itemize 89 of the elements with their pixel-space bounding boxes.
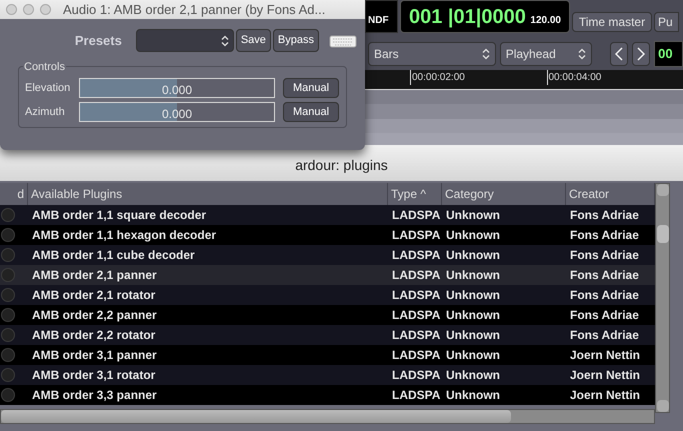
plugin-type: LADSPA xyxy=(392,328,440,342)
slider-track[interactable]: 0.000 xyxy=(79,102,275,122)
nudge-clock: 00 xyxy=(654,41,683,67)
plugin-type: LADSPA xyxy=(392,208,440,222)
plugin-type: LADSPA xyxy=(392,248,440,262)
manual-button[interactable]: Manual xyxy=(283,78,339,98)
plugin-type: LADSPA xyxy=(392,228,440,242)
plugin-type: LADSPA xyxy=(392,268,440,282)
vertical-scrollbar[interactable] xyxy=(655,183,670,413)
next-button[interactable] xyxy=(632,42,650,66)
plugin-category: Unknown xyxy=(446,328,500,342)
plugin-creator: Fons Adriae xyxy=(570,248,639,262)
plugin-row[interactable]: AMB order 2,1 rotator LADSPA Unknown Fons Adriae xyxy=(0,285,655,305)
bypass-button[interactable]: Bypass xyxy=(272,29,319,52)
save-button[interactable]: Save xyxy=(236,29,271,52)
plugin-category: Unknown xyxy=(446,308,500,322)
plugin-category: Unknown xyxy=(446,228,500,242)
plugin-row[interactable]: AMB order 2,1 panner LADSPA Unknown Fons Adriae xyxy=(0,265,655,285)
plugin-type: LADSPA xyxy=(392,348,440,362)
slider-value: 0.000 xyxy=(162,106,192,121)
control-label: Azimuth xyxy=(25,104,66,120)
previous-button[interactable] xyxy=(610,42,628,66)
grid-select[interactable]: Bars xyxy=(368,42,496,66)
plugin-creator: Joern Nettin xyxy=(570,368,640,382)
window-control-icon[interactable] xyxy=(6,4,17,15)
plugin-creator: Fons Adriae xyxy=(570,308,639,322)
slider-track[interactable]: 0.000 xyxy=(79,78,275,98)
plugin-name: AMB order 2,2 rotator xyxy=(32,328,156,342)
toolbar-button[interactable]: Pu xyxy=(654,12,679,32)
time-master-button[interactable]: Time master xyxy=(572,12,652,32)
updown-icon xyxy=(578,48,586,60)
horizontal-scrollbar[interactable] xyxy=(0,409,655,424)
plugin-name: AMB order 2,1 rotator xyxy=(32,288,156,302)
ruler-mark: 00:00:04:00 xyxy=(546,70,683,85)
plugin-category: Unknown xyxy=(446,368,500,382)
chevron-right-icon xyxy=(636,47,645,61)
plugin-category: Unknown xyxy=(446,268,500,282)
window-control-icon[interactable] xyxy=(23,4,34,15)
manual-button[interactable]: Manual xyxy=(283,102,339,122)
scrollbar-thumb[interactable] xyxy=(1,410,511,423)
plugin-creator: Joern Nettin xyxy=(570,388,640,402)
presets-label: Presets xyxy=(74,32,122,50)
dialog-title: Audio 1: AMB order 2,1 panner (by Fons Ad... xyxy=(63,0,326,19)
timecode-display: NDF xyxy=(365,0,398,33)
presets-select[interactable] xyxy=(136,29,234,52)
plugin-category: Unknown xyxy=(446,208,500,222)
plugin-row[interactable]: AMB order 1,1 square decoder LADSPA Unknown Fons Adriae xyxy=(0,205,655,225)
clock-time: 001 |01|0000 xyxy=(409,4,526,30)
slider-value: 0.000 xyxy=(162,82,192,97)
plugin-type: LADSPA xyxy=(392,308,440,322)
plugin-category: Unknown xyxy=(446,288,500,302)
scrollbar-thumb[interactable] xyxy=(656,224,668,243)
updown-icon xyxy=(220,34,229,46)
plugin-creator: Joern Nettin xyxy=(570,348,640,362)
plugin-row[interactable]: AMB order 3,3 panner LADSPA Unknown Joern Nettin xyxy=(0,385,655,405)
plugin-name: AMB order 3,3 panner xyxy=(32,388,157,402)
plugin-type: LADSPA xyxy=(392,388,440,402)
tempo-text: 120.00 xyxy=(530,14,561,28)
chevron-left-icon xyxy=(614,47,623,61)
plugin-creator: Fons Adriae xyxy=(570,268,639,282)
window-control-icon[interactable] xyxy=(40,4,51,15)
plugin-row[interactable]: AMB order 1,1 cube decoder LADSPA Unknown Fons Adriae xyxy=(0,245,655,265)
plugin-name: AMB order 1,1 hexagon decoder xyxy=(32,228,216,242)
plugin-name: AMB order 2,1 panner xyxy=(32,268,157,282)
updown-icon xyxy=(482,48,490,60)
keyboard-icon[interactable] xyxy=(329,34,357,48)
plugin-category: Unknown xyxy=(446,248,500,262)
plugin-row[interactable]: AMB order 3,1 rotator LADSPA Unknown Joern Nettin xyxy=(0,365,655,385)
plugin-creator: Fons Adriae xyxy=(570,228,639,242)
window-title: ardour: plugins xyxy=(0,145,683,181)
plugin-category: Unknown xyxy=(446,388,500,402)
plugin-name: AMB order 1,1 square decoder xyxy=(32,208,206,222)
plugin-creator: Fons Adriae xyxy=(570,208,639,222)
plugin-creator: Fons Adriae xyxy=(570,328,639,342)
plugin-name: AMB order 1,1 cube decoder xyxy=(32,248,195,262)
control-label: Elevation xyxy=(25,80,72,96)
plugin-name: AMB order 3,1 rotator xyxy=(32,368,156,382)
plugin-type: LADSPA xyxy=(392,368,440,382)
plugin-name: AMB order 3,1 panner xyxy=(32,348,157,362)
ruler-mark: 00:00:02:00 xyxy=(410,70,546,85)
plugin-row[interactable]: AMB order 2,2 rotator LADSPA Unknown Fons Adriae xyxy=(0,325,655,345)
plugin-row[interactable]: AMB order 3,1 panner LADSPA Unknown Joern Nettin xyxy=(0,345,655,365)
plugin-name: AMB order 2,2 panner xyxy=(32,308,157,322)
plugin-category: Unknown xyxy=(446,348,500,362)
edit-point-select[interactable]: Playhead xyxy=(500,42,592,66)
plugin-row[interactable]: AMB order 2,2 panner LADSPA Unknown Fons Adriae xyxy=(0,305,655,325)
plugin-creator: Fons Adriae xyxy=(570,288,639,302)
plugin-row[interactable]: AMB order 1,1 hexagon decoder LADSPA Unknown Fons Adriae xyxy=(0,225,655,245)
plugin-type: LADSPA xyxy=(392,288,440,302)
